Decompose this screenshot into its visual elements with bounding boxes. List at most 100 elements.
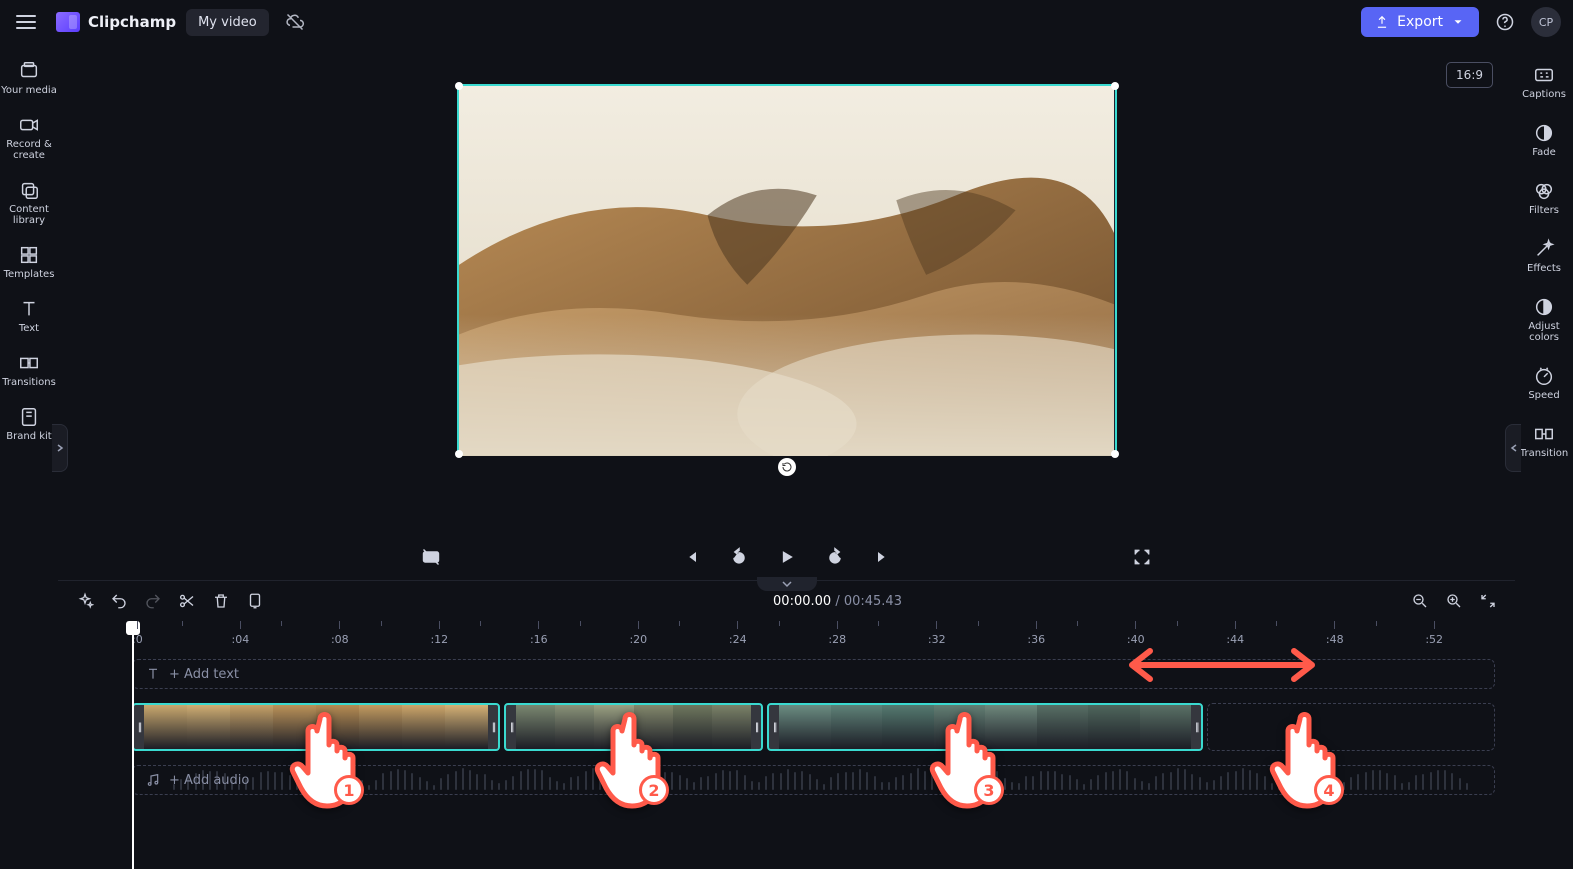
menu-hamburger-icon[interactable] (12, 9, 40, 35)
export-button-label: Export (1397, 14, 1443, 30)
sidebar-item-filters[interactable]: Filters (1516, 174, 1572, 222)
sidebar-item-label: Speed (1528, 390, 1559, 401)
timeline-clip[interactable]: || || (504, 703, 763, 751)
playback-controls (58, 534, 1515, 580)
playhead-line[interactable] (132, 621, 134, 869)
sidebar-item-label: Record & create (1, 139, 57, 161)
clip-trim-handle-left[interactable]: || (506, 705, 516, 749)
sidebar-item-your-media[interactable]: Your media (1, 54, 57, 102)
sidebar-item-label: Text (19, 323, 39, 334)
resize-handle-bottom-left[interactable] (455, 450, 463, 458)
playhead-time: 00:00.00 (773, 594, 831, 609)
zoom-in-icon[interactable] (1445, 592, 1463, 610)
preview-stage-area: 16:9 (58, 44, 1515, 534)
fullscreen-icon[interactable] (1129, 544, 1155, 570)
timeline-clip[interactable]: ||||Trees in mountains (767, 703, 1203, 751)
ruler-tick: :24 (729, 621, 747, 646)
forward-10-icon[interactable] (822, 544, 848, 570)
text-track-placeholder: + Add text (169, 667, 239, 682)
ruler-minor-tick (381, 621, 382, 626)
timeline-tracks: + Add text ||||||||||||Trees in mountain… (132, 659, 1495, 809)
crop-icon[interactable] (246, 592, 264, 610)
ruler-tick: :40 (1127, 621, 1145, 646)
help-icon[interactable] (1489, 6, 1521, 38)
ruler-minor-tick (1376, 621, 1377, 626)
redo-icon (144, 592, 162, 610)
sidebar-item-label: Filters (1529, 205, 1559, 216)
left-sidebar: Your media Record & create Content libra… (0, 44, 58, 869)
export-button[interactable]: Export (1361, 7, 1479, 37)
waveform-ghost (133, 766, 1494, 794)
rotate-handle-icon[interactable] (778, 458, 796, 476)
skip-to-end-icon[interactable] (870, 544, 896, 570)
undo-icon[interactable] (110, 592, 128, 610)
text-icon (145, 666, 161, 682)
skip-to-start-icon[interactable] (678, 544, 704, 570)
video-track[interactable]: ||||||||||||Trees in mountains (132, 703, 1495, 751)
sidebar-item-label: Brand kit (6, 431, 51, 442)
resize-handle-top-right[interactable] (1111, 82, 1119, 90)
sidebar-item-brand-kit[interactable]: Brand kit (1, 400, 57, 448)
timeline-clip[interactable]: || || (132, 703, 500, 751)
closed-caption-toggle-icon[interactable] (418, 544, 444, 570)
sidebar-item-templates[interactable]: Templates (1, 238, 57, 286)
right-sidebar: Captions Fade Filters Effects Adjust col… (1515, 44, 1573, 869)
sidebar-item-transitions[interactable]: Transitions (1, 346, 57, 394)
sidebar-item-label: Transition (1520, 448, 1568, 459)
sidebar-item-fade[interactable]: Fade (1516, 116, 1572, 164)
clip-thumbnails (144, 705, 488, 749)
sidebar-item-adjust-colors[interactable]: Adjust colors (1516, 290, 1572, 349)
sidebar-item-captions[interactable]: Captions (1516, 58, 1572, 106)
ruler-minor-tick (1276, 621, 1277, 626)
delete-trash-icon[interactable] (212, 592, 230, 610)
split-scissors-icon[interactable] (178, 592, 196, 610)
clip-trim-handle-left[interactable]: || (134, 705, 144, 749)
ruler-tick: :08 (331, 621, 349, 646)
timeline-collapse-icon[interactable] (757, 577, 817, 591)
cloud-sync-off-icon[interactable] (279, 6, 311, 38)
clip-thumbnails (516, 705, 751, 749)
sidebar-item-effects[interactable]: Effects (1516, 232, 1572, 280)
timeline-panel: 00:00.00 / 00:45.43 :0:04:08:12:16:20:24… (58, 580, 1515, 869)
ruler-minor-tick (978, 621, 979, 626)
text-track[interactable]: + Add text (132, 659, 1495, 689)
clip-trim-handle-right[interactable]: || (1191, 705, 1201, 749)
ruler-tick: :12 (430, 621, 448, 646)
empty-track-region[interactable] (1207, 703, 1495, 751)
aspect-ratio-button[interactable]: 16:9 (1446, 62, 1493, 88)
sidebar-item-label: Adjust colors (1516, 321, 1572, 343)
project-title-chip[interactable]: My video (186, 9, 269, 36)
clip-trim-handle-left[interactable]: || (769, 705, 779, 749)
sidebar-item-label: Fade (1532, 147, 1555, 158)
rewind-10-icon[interactable] (726, 544, 752, 570)
sidebar-item-label: Captions (1522, 89, 1566, 100)
ruler-minor-tick (1177, 621, 1178, 626)
sidebar-item-transition[interactable]: Transition (1516, 417, 1572, 465)
sidebar-item-content-library[interactable]: Content library (1, 173, 57, 232)
clip-trim-handle-right[interactable]: || (488, 705, 498, 749)
zoom-out-icon[interactable] (1411, 592, 1429, 610)
user-avatar[interactable]: CP (1531, 7, 1561, 37)
clip-trim-handle-right[interactable]: || (751, 705, 761, 749)
fit-timeline-icon[interactable] (1479, 592, 1497, 610)
ruler-tick: :48 (1326, 621, 1344, 646)
timeline-ruler[interactable]: :0:04:08:12:16:20:24:28:32:36:40:44:48:5… (132, 621, 1495, 647)
play-icon[interactable] (774, 544, 800, 570)
sidebar-item-label: Transitions (2, 377, 56, 388)
ai-sparkle-icon[interactable] (76, 592, 94, 610)
right-panel-expand-icon[interactable] (1505, 424, 1521, 472)
audio-track[interactable]: + Add audio (132, 765, 1495, 795)
brand[interactable]: Clipchamp (56, 12, 176, 32)
brand-name: Clipchamp (88, 13, 176, 31)
sidebar-item-label: Effects (1527, 263, 1561, 274)
ruler-tick: :52 (1425, 621, 1443, 646)
resize-handle-top-left[interactable] (455, 82, 463, 90)
preview-canvas[interactable] (457, 84, 1117, 456)
sidebar-item-record-create[interactable]: Record & create (1, 108, 57, 167)
ruler-tick: :28 (828, 621, 846, 646)
sidebar-item-text[interactable]: Text (1, 292, 57, 340)
app-header: Clipchamp My video Export CP (0, 0, 1573, 44)
resize-handle-bottom-right[interactable] (1111, 450, 1119, 458)
sidebar-item-speed[interactable]: Speed (1516, 359, 1572, 407)
sidebar-item-label: Templates (4, 269, 55, 280)
